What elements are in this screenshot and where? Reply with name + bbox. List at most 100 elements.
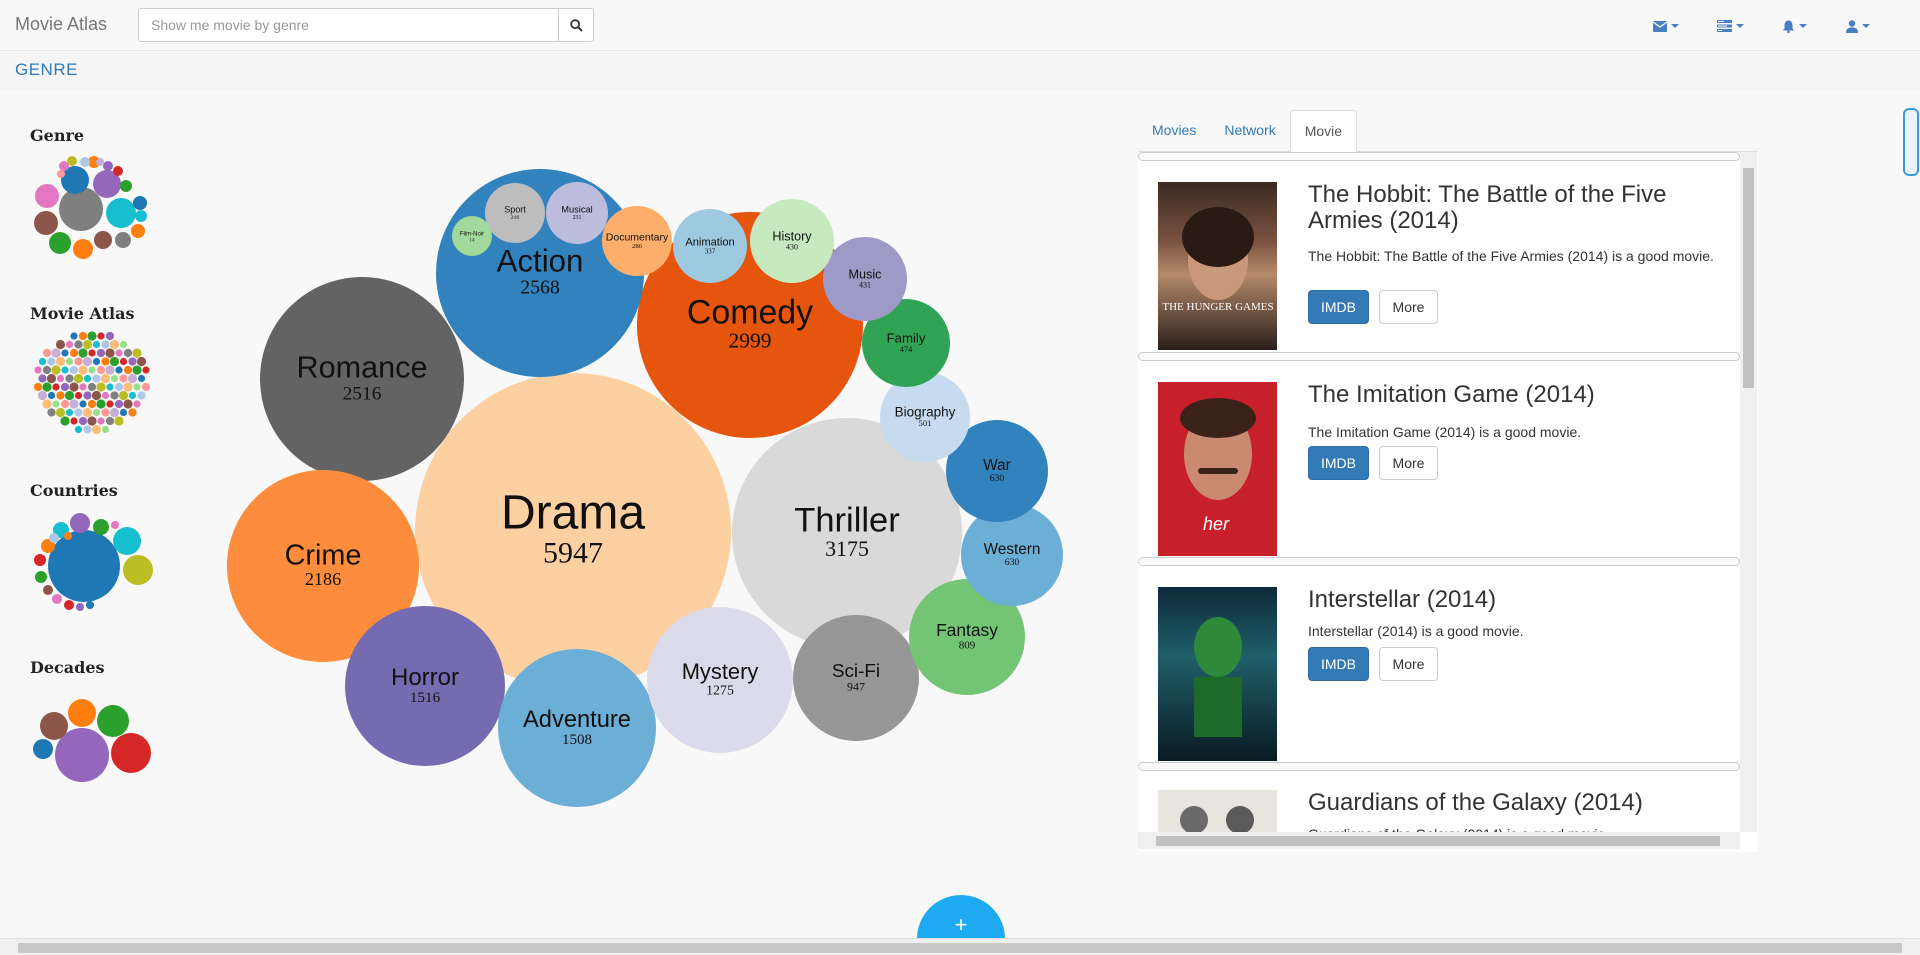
- movie-atlas-thumbnail[interactable]: [30, 326, 154, 438]
- alerts-dropdown[interactable]: [1762, 16, 1826, 36]
- more-button[interactable]: More: [1379, 446, 1438, 480]
- bubble-biography[interactable]: Biography501: [880, 372, 970, 462]
- sidebar-item-genre[interactable]: Genre: [30, 126, 160, 259]
- bubble-label: Drama: [501, 487, 645, 540]
- atlas-dot: [136, 356, 147, 367]
- atlas-dot: [79, 400, 87, 408]
- atlas-dot: [74, 340, 83, 349]
- movie-poster[interactable]: [1158, 790, 1277, 832]
- imdb-button[interactable]: IMDB: [1308, 290, 1369, 324]
- page-horizontal-scrollbar[interactable]: [0, 938, 1920, 955]
- bubble-label: Documentary: [606, 231, 669, 243]
- atlas-dot: [133, 383, 141, 391]
- more-button[interactable]: More: [1379, 290, 1438, 324]
- atlas-dot: [105, 348, 115, 358]
- movie-title[interactable]: Guardians of the Galaxy (2014): [1308, 790, 1728, 816]
- bubble-musical[interactable]: Musical231: [546, 182, 608, 244]
- scrollbar-thumb[interactable]: [1743, 168, 1754, 388]
- atlas-dot: [106, 400, 114, 408]
- atlas-dot: [34, 366, 42, 374]
- movie-poster[interactable]: [1158, 587, 1277, 761]
- bubble-value: 1508: [562, 732, 592, 748]
- bubble-value: 501: [919, 418, 932, 428]
- bubble-mystery[interactable]: Mystery1275: [647, 607, 793, 753]
- movie-poster[interactable]: THE HUNGER GAMES: [1158, 182, 1277, 350]
- tab-movies[interactable]: Movies: [1138, 110, 1210, 152]
- bubble-label: Action: [497, 243, 584, 278]
- bubble-label: Adventure: [523, 707, 631, 733]
- poster-image: THE HUNGER GAMES: [1162, 207, 1274, 313]
- atlas-dot: [55, 339, 66, 350]
- atlas-dot: [97, 417, 105, 425]
- bubble-documentary[interactable]: Documentary286: [602, 206, 672, 276]
- sidebar-item-countries[interactable]: Countries: [30, 481, 160, 611]
- atlas-dot: [106, 383, 114, 391]
- tab-network[interactable]: Network: [1210, 110, 1289, 152]
- decades-thumbnail[interactable]: [30, 680, 154, 792]
- tasks-dropdown[interactable]: [1698, 16, 1762, 36]
- tab-movie[interactable]: Movie: [1289, 110, 1358, 152]
- imdb-button[interactable]: IMDB: [1308, 446, 1369, 480]
- countries-thumbnail[interactable]: [30, 503, 154, 615]
- app-brand[interactable]: Movie Atlas: [15, 14, 107, 35]
- atlas-dot: [119, 408, 128, 417]
- search-button[interactable]: [558, 8, 594, 42]
- imdb-button[interactable]: IMDB: [1308, 647, 1369, 681]
- atlas-dot: [114, 416, 124, 426]
- bubble-music[interactable]: Music431: [823, 237, 907, 321]
- atlas-dot: [105, 365, 115, 375]
- bubble-value: 809: [959, 640, 976, 652]
- more-button[interactable]: More: [1379, 647, 1438, 681]
- atlas-dot: [127, 373, 138, 384]
- envelope-icon: [1653, 20, 1667, 32]
- side-meter-widget[interactable]: [1903, 108, 1919, 176]
- bubble-value: 14: [470, 238, 476, 243]
- movie-description: The Imitation Game (2014) is a good movi…: [1308, 424, 1582, 440]
- atlas-dot: [78, 348, 88, 358]
- bubble-sport[interactable]: Sport216: [485, 183, 545, 243]
- genre-thumbnail[interactable]: [30, 148, 154, 260]
- atlas-dot: [56, 374, 65, 383]
- atlas-dot: [133, 400, 141, 408]
- horizontal-scrollbar[interactable]: [1138, 832, 1740, 849]
- atlas-dot: [82, 339, 93, 350]
- atlas-dot: [119, 340, 128, 349]
- messages-dropdown[interactable]: [1634, 16, 1698, 36]
- divider: [1138, 352, 1740, 361]
- bubble-value: 3175: [825, 536, 869, 561]
- bubble-history[interactable]: History430: [750, 199, 834, 283]
- bubble-adventure[interactable]: Adventure1508: [498, 649, 656, 807]
- bubble-film-noir[interactable]: Film-Noir14: [452, 216, 492, 256]
- vertical-scrollbar[interactable]: [1740, 152, 1757, 832]
- bubble-animation[interactable]: Animation337: [673, 209, 747, 283]
- search-icon: [569, 18, 583, 32]
- movie-title[interactable]: Interstellar (2014): [1308, 587, 1728, 613]
- atlas-dot: [52, 383, 60, 391]
- user-dropdown[interactable]: [1826, 16, 1890, 36]
- page-title[interactable]: GENRE: [15, 60, 78, 80]
- sidebar-item-label: Countries: [30, 481, 118, 500]
- atlas-dot: [87, 399, 97, 409]
- bubble-horror[interactable]: Horror1516: [345, 606, 505, 766]
- atlas-dot: [114, 382, 124, 392]
- user-icon: [1846, 19, 1858, 33]
- search-input[interactable]: [138, 8, 558, 42]
- scrollbar-thumb[interactable]: [18, 943, 1902, 953]
- chevron-down-icon: [1862, 24, 1870, 28]
- bubble-sci-fi[interactable]: Sci-Fi947: [793, 615, 919, 741]
- divider: [1138, 152, 1740, 161]
- atlas-dot: [38, 374, 47, 383]
- movie-poster[interactable]: her: [1158, 382, 1277, 556]
- bubble-label: Horror: [391, 664, 459, 691]
- movie-title[interactable]: The Imitation Game (2014): [1308, 382, 1728, 408]
- scrollbar-thumb[interactable]: [1156, 836, 1720, 846]
- movie-title[interactable]: The Hobbit: The Battle of the Five Armie…: [1308, 182, 1728, 234]
- bubble-value: 5947: [543, 537, 603, 570]
- atlas-dot: [82, 407, 93, 418]
- sidebar-item-movie-atlas[interactable]: Movie Atlas: [30, 304, 160, 435]
- sidebar-item-decades[interactable]: Decades: [30, 658, 160, 782]
- sidebar-item-label: Genre: [30, 126, 85, 145]
- chevron-down-icon: [1671, 24, 1679, 28]
- bubble-romance[interactable]: Romance2516: [260, 277, 464, 481]
- atlas-dot: [65, 374, 74, 383]
